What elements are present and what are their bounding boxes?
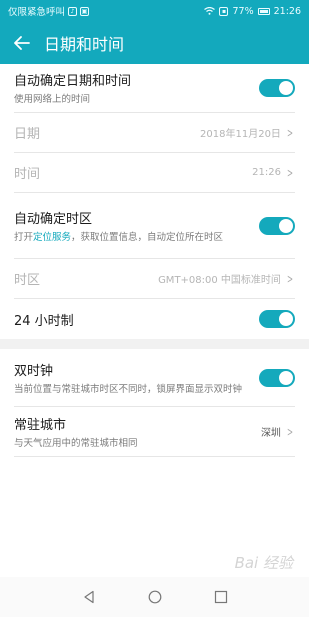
battery-icon [257,7,270,15]
chevron-right-icon: > [286,271,293,286]
location-service-link[interactable]: 定位服务 [33,232,71,243]
back-nav-icon[interactable] [82,590,96,604]
toggle-knob [279,218,293,233]
home-city-label: 常驻城市 [14,417,67,433]
home-city-value-text: 深圳 [260,428,281,439]
nav-bar [0,577,309,617]
app-bar: 日期和时间 [0,22,309,64]
toggle-knob [279,81,293,95]
home-nav-icon[interactable] [148,590,162,604]
dual-clock-label: 双时钟 [14,363,54,379]
page-title: 日期和时间 [44,35,125,54]
chevron-right-icon: > [286,125,293,140]
timezone-label: 时区 [14,273,41,288]
chevron-right-icon: > [286,424,293,439]
time-value: 21:26 > [252,166,295,180]
hour24-toggle[interactable] [259,310,295,328]
time-row: 时间 21:26 > [14,153,295,193]
auto-datetime-label: 自动确定日期和时间 [14,74,132,89]
section-divider [0,339,309,349]
arrow-left-icon [14,36,30,50]
status-bar: 仅限紧急呼叫 ♪ ▣ ▪ 77% 21:26 [0,0,309,22]
home-city-subtitle: 与天气应用中的常驻城市相同 [14,437,138,449]
carrier-text: 仅限紧急呼叫 [8,7,66,18]
hour24-label: 24 小时制 [14,313,74,329]
auto-datetime-row[interactable]: 自动确定日期和时间 使用网络上的时间 [14,64,295,113]
auto-timezone-label: 自动确定时区 [14,211,93,227]
auto-timezone-subtitle: 打开定位服务，获取位置信息，自动定位所在时区 [14,231,245,244]
auto-datetime-toggle[interactable] [259,79,295,97]
date-label: 日期 [14,127,41,142]
timezone-value: GMT+08:00 中国标准时间 > [158,271,295,287]
chevron-right-icon: > [286,165,293,180]
toggle-knob [279,370,293,385]
dual-clock-subtitle: 当前位置与常驻城市时区不同时，锁屏界面显示双时钟 [14,383,243,395]
watermark: Bai 经验 [234,554,293,572]
time-label: 时间 [14,167,41,182]
hour24-row[interactable]: 24 小时制 [14,299,295,339]
home-city-value: 深圳 > [260,424,295,440]
auto-timezone-toggle[interactable] [259,216,295,235]
dual-clock-row[interactable]: 双时钟 当前位置与常驻城市时区不同时，锁屏界面显示双时钟 [14,349,295,407]
date-value-text: 2018年11月20日 [200,129,281,140]
auto-datetime-subtitle: 使用网络上的时间 [14,94,91,105]
notification-icon: ▣ [80,6,90,16]
auto-timezone-row[interactable]: 自动确定时区 打开定位服务，获取位置信息，自动定位所在时区 [14,193,295,259]
clock: 21:26 [273,5,301,17]
date-value: 2018年11月20日 > [200,125,295,141]
settings-list: 自动确定日期和时间 使用网络上的时间 日期 2018年11月20日 > 时间 2… [0,64,309,457]
timezone-value-text: GMT+08:00 中国标准时间 [158,275,281,286]
timezone-row: 时区 GMT+08:00 中国标准时间 > [14,259,295,299]
back-button[interactable] [0,22,44,64]
wifi-icon [204,7,216,15]
subtitle-prefix: 打开 [14,231,34,243]
toggle-knob [279,312,293,326]
date-row: 日期 2018年11月20日 > [14,113,295,153]
sim-icon: ▪ [219,6,229,16]
home-city-row[interactable]: 常驻城市 与天气应用中的常驻城市相同 深圳 > [14,407,295,457]
recents-nav-icon[interactable] [214,590,228,604]
subtitle-suffix: ，获取位置信息，自动定位所在时区 [71,231,224,243]
time-value-text: 21:26 [252,167,281,178]
dual-clock-toggle[interactable] [259,368,295,387]
battery-percent: 77% [232,5,254,17]
tiktok-icon: ♪ [68,6,78,16]
